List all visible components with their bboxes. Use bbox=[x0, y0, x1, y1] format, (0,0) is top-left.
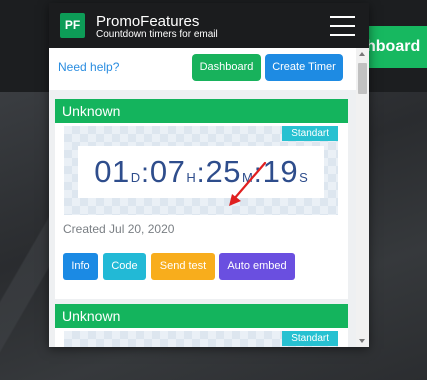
countdown-hours-unit: H bbox=[186, 170, 196, 185]
info-button[interactable]: Info bbox=[63, 253, 98, 280]
red-arrow-annotation-icon bbox=[229, 161, 267, 206]
timer-card: Unknown Standart bbox=[55, 304, 348, 347]
created-date: Created Jul 20, 2020 bbox=[63, 222, 175, 236]
countdown-separator: : bbox=[141, 157, 149, 188]
brand-tagline: Countdown timers for email bbox=[96, 29, 218, 40]
countdown-hours: 07 bbox=[149, 154, 186, 189]
create-timer-button[interactable]: Create Timer bbox=[265, 54, 343, 81]
send-test-button[interactable]: Send test bbox=[151, 253, 215, 280]
countdown-days-unit: D bbox=[130, 170, 141, 185]
popup-toolbar: Need help? Dashboard Create Timer bbox=[49, 48, 356, 90]
timer-title: Unknown bbox=[55, 304, 348, 328]
timer-type-badge: Standart bbox=[282, 126, 338, 141]
countdown-display: 01 D : 07 H : 25 M : 19 S bbox=[78, 146, 324, 198]
popup-scrollbar[interactable] bbox=[356, 48, 369, 347]
popup-content: Need help? Dashboard Create Timer Unknow… bbox=[49, 48, 356, 347]
countdown-separator: : bbox=[196, 157, 205, 188]
timer-type-badge: Standart bbox=[282, 331, 338, 346]
scroll-thumb[interactable] bbox=[358, 63, 367, 94]
timer-card: Unknown Standart 01 D : 07 H : 25 M : 19 bbox=[55, 99, 348, 299]
countdown-seconds-unit: S bbox=[299, 170, 308, 185]
extension-popup: PF PromoFeatures Countdown timers for em… bbox=[49, 3, 369, 347]
scroll-down-icon[interactable] bbox=[356, 334, 369, 347]
promofeatures-logo: PF bbox=[60, 13, 85, 38]
brand-name: PromoFeatures bbox=[96, 13, 200, 30]
timer-preview: Standart bbox=[64, 331, 338, 347]
need-help-link[interactable]: Need help? bbox=[58, 60, 119, 74]
countdown-days: 01 bbox=[94, 154, 130, 189]
code-button[interactable]: Code bbox=[103, 253, 146, 280]
scroll-up-icon[interactable] bbox=[356, 48, 369, 61]
auto-embed-button[interactable]: Auto embed bbox=[219, 253, 295, 280]
timer-list: Unknown Standart 01 D : 07 H : 25 M : 19 bbox=[49, 90, 356, 347]
timer-title: Unknown bbox=[55, 99, 348, 123]
hamburger-menu-icon[interactable] bbox=[330, 16, 355, 36]
popup-header: PF PromoFeatures Countdown timers for em… bbox=[49, 3, 369, 48]
timer-preview: Standart 01 D : 07 H : 25 M : 19 S bbox=[64, 126, 338, 215]
dashboard-button[interactable]: Dashboard bbox=[192, 54, 261, 81]
